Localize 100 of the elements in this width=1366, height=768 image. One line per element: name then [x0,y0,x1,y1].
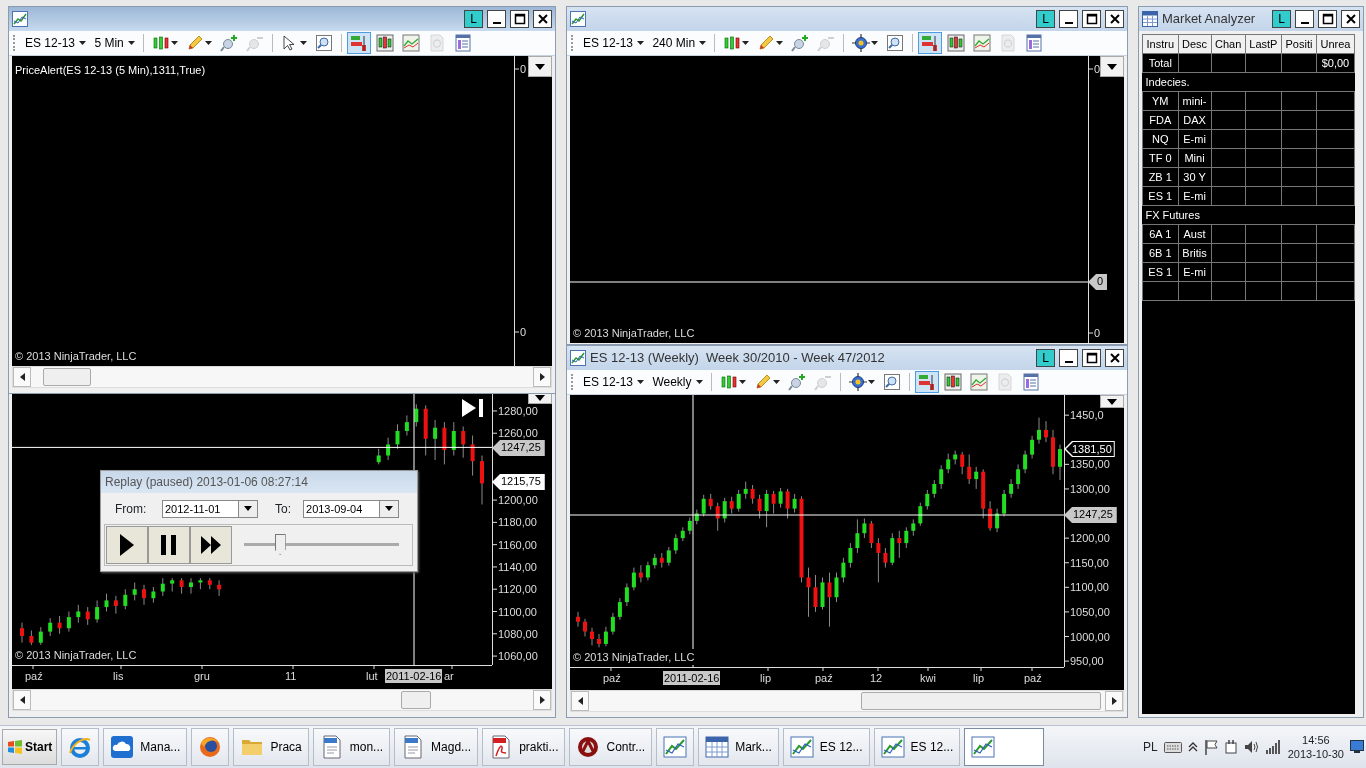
axis-label: 1280,00 [498,404,538,417]
axis-label: kwi [920,671,936,685]
axis-label: lip [760,671,771,685]
axis-label: ar [444,669,454,683]
table-cell: ZB 1 [1142,167,1179,187]
axis-label: 1200,00 [1070,532,1110,545]
instrument-dropdown[interactable]: ES 12-13 [580,32,648,54]
table-cell: E-mi [1178,262,1212,282]
link-button[interactable]: L [1272,10,1291,28]
interval-dropdown[interactable]: Weekly [649,371,706,393]
link-button[interactable]: L [1036,10,1055,28]
table-cell: E-mi [1178,129,1212,149]
column-header[interactable]: Desc [1178,34,1212,54]
axis-label: 1350,00 [1070,458,1110,471]
price-marker: 1381,50 [1064,441,1115,457]
taskbar-button[interactable]: mon... [312,728,391,766]
axis-label: 12 [870,671,883,685]
taskbar-button[interactable]: ES 12... [782,728,870,766]
axis-label: paź [25,669,43,683]
taskbar-button[interactable]: Contr... [569,728,653,766]
price-marker: 1247,25 [492,440,545,456]
axis-label: lis [113,669,124,683]
axis-label: paź [815,671,833,685]
axis-label: paź [603,671,621,685]
crosshair-date: 2011-02-16 [385,669,443,683]
date-field[interactable]: 2012-11-01 [162,499,238,518]
field-label: From: [115,500,148,518]
language-indicator[interactable]: PL [1143,738,1158,756]
window-title: Market Analyzer [1162,10,1257,29]
table-cell: Aust [1178,224,1212,244]
column-header[interactable]: Instru [1142,34,1179,54]
axis-label: 1120,00 [498,583,537,596]
axis-label: 1300,00 [1070,482,1110,495]
interval-dropdown[interactable]: 5 Min [91,32,139,54]
date-field[interactable]: 2013-09-04 [303,499,379,518]
taskbar-button[interactable]: Mark... [698,728,779,766]
axis-label: 1180,00 [498,516,537,529]
table-cell: 6A 1 [1142,224,1179,244]
axis-label: gru [194,669,210,683]
column-header[interactable]: Unrea [1316,34,1355,54]
indicator-label: PriceAlert(ES 12-13 (5 Min),1311,True) [15,63,206,78]
group-header: FX Futures [1145,208,1200,221]
table-cell: 30 Y [1178,167,1212,187]
axis-label: 1160,00 [498,538,537,551]
table-cell: NQ [1142,129,1179,149]
axis-label: 0 [1094,63,1101,75]
column-header[interactable]: LastP [1245,34,1282,54]
axis-label: 1140,00 [498,560,537,573]
axis-label: 1450,0 [1070,409,1104,422]
table-cell: YM [1142,91,1179,111]
crosshair-date: 2011-02-16 [663,671,721,685]
table-cell: E-mi [1178,186,1212,206]
taskbar-button[interactable]: prakti... [482,728,566,766]
price-marker: 0 [1088,274,1108,290]
clock-date: 2013-10-30 [1287,747,1344,761]
axis-label: 1100,00 [1070,581,1109,594]
axis-label: 1000,00 [1070,630,1110,643]
table-cell: mini- [1178,91,1212,111]
axis-label: 1060,00 [498,650,538,663]
taskbar-button[interactable]: Magd... [394,728,479,766]
link-button[interactable]: L [464,10,483,28]
table-cell: 6B 1 [1142,243,1179,263]
axis-label: 0 [520,63,527,75]
axis-label: 1200,00 [498,494,538,507]
table-cell: FDA [1142,110,1179,130]
axis-label: 1050,00 [1070,605,1110,618]
copyright-text: © 2013 NinjaTrader, LLC [573,648,695,665]
column-header[interactable]: Positi [1281,34,1317,54]
field-label: To: [275,500,291,518]
start-button[interactable]: Start [2,729,58,765]
instrument-dropdown[interactable]: ES 12-13 [580,371,648,393]
interval-dropdown[interactable]: 240 Min [649,32,710,54]
table-cell: TF 0 [1142,148,1179,168]
table-cell: Total [1142,53,1179,73]
price-marker: 1247,25 [1064,507,1117,523]
price-marker: 1215,75 [492,474,545,490]
axis-label: paź [1024,671,1042,685]
group-header: Indecies. [1145,75,1190,88]
axis-label: 1100,00 [498,605,537,618]
table-cell: ES 1 [1142,262,1179,282]
taskbar-button[interactable]: Praca [233,728,309,766]
axis-label: 950,00 [1070,655,1104,668]
table-cell: Mini [1178,148,1212,168]
clock-time: 14:56 [1302,733,1330,747]
column-header[interactable]: Chan [1211,34,1246,54]
axis-label: 1260,00 [498,427,538,440]
table-cell: ES 1 [1142,186,1179,206]
table-cell: DAX [1178,110,1212,130]
taskbar-button[interactable]: ES 12... [873,728,961,766]
axis-label: lip [973,671,984,685]
taskbar-button[interactable]: Mana... [103,728,188,766]
instrument-dropdown[interactable]: ES 12-13 [22,32,90,54]
axis-label: lut [366,669,378,683]
link-button[interactable]: L [1036,349,1055,367]
axis-label: 0 [1094,327,1101,339]
axis-label: 1150,00 [1070,556,1109,569]
table-cell: $0,00 [1316,53,1355,73]
table-cell: Britis [1178,243,1212,263]
window-title: ES 12-13 (Weekly) Week 30/2010 - Week 47/2012 [590,349,886,368]
axis-label: 11 [285,669,297,683]
